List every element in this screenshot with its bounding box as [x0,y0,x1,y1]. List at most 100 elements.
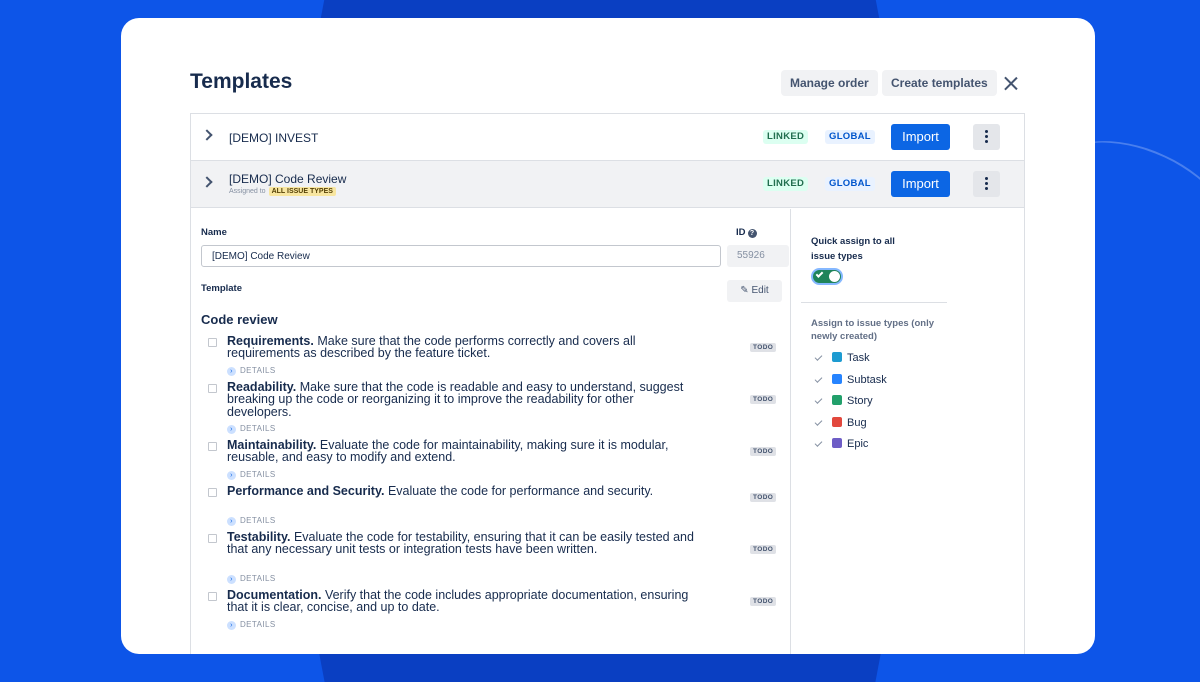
todo-badge[interactable]: TODO [750,493,777,502]
issue-type-story[interactable]: Story [814,395,873,407]
todo-badge[interactable]: TODO [750,343,777,352]
item-text: Readability. Make sure that the code is … [227,381,697,418]
checkbox[interactable] [208,488,217,497]
item-description: Evaluate the code for performance and se… [387,484,654,498]
chevron-right-icon: › [227,367,236,376]
template-label: Template [201,283,243,294]
linked-badge: LINKED [763,177,809,191]
details-link[interactable]: › DETAILS [227,470,276,480]
pencil-icon: ✎ [740,285,752,296]
item-text: Performance and Security. Evaluate the c… [227,484,697,498]
chevron-right-icon: › [227,621,236,630]
details-label: DETAILS [240,620,276,629]
checkbox[interactable] [208,338,217,347]
template-name: [DEMO] Code Review [229,172,347,186]
details-label: DETAILS [240,470,276,479]
issue-type-epic[interactable]: Epic [814,438,869,450]
issue-type-label: Story [847,395,873,407]
item-text: Requirements. Make sure that the code pe… [227,335,697,360]
details-link[interactable]: › DETAILS [227,574,276,584]
item-text: Maintainability. Evaluate the code for m… [227,439,697,464]
create-templates-button[interactable]: Create templates [882,70,997,96]
templates-list: [DEMO] INVEST LINKED GLOBAL Import [DEMO… [190,113,1025,654]
details-link[interactable]: › DETAILS [227,620,276,630]
issue-type-label: Subtask [847,374,887,386]
close-icon[interactable] [1001,74,1021,94]
modal-title: Templates [190,70,293,93]
todo-badge[interactable]: TODO [750,545,777,554]
chevron-right-icon: › [227,471,236,480]
check-icon [814,375,823,383]
check-icon [814,418,823,426]
details-label: DETAILS [240,366,276,375]
toggle-knob [829,271,840,282]
issue-type-task[interactable]: Task [814,352,870,364]
edit-button[interactable]: ✎ Edit [727,280,782,302]
item-text: Testability. Evaluate the code for testa… [227,531,697,556]
check-icon [814,353,823,361]
epic-icon [832,438,842,448]
item-description: Make sure that the code is readable and … [227,380,684,419]
edit-label: Edit [751,285,769,296]
details-label: DETAILS [240,516,276,525]
details-link[interactable]: › DETAILS [227,366,276,376]
import-button[interactable]: Import [891,124,950,150]
details-label: DETAILS [240,574,276,583]
help-icon[interactable]: ? [747,229,757,238]
todo-badge[interactable]: TODO [750,597,777,606]
item-description: Evaluate the code for testability, ensur… [227,530,694,557]
id-label-text: ID [736,227,746,238]
name-field[interactable]: [DEMO] Code Review [201,245,721,267]
chevron-right-icon: › [227,517,236,526]
details-link[interactable]: › DETAILS [227,424,276,434]
assign-types-label: Assign to issue types (only newly create… [811,318,934,342]
item-title: Performance and Security. [227,484,385,498]
chevron-right-icon: › [227,425,236,434]
more-options-icon[interactable] [973,124,1000,150]
global-badge: GLOBAL [825,130,875,144]
global-badge: GLOBAL [825,177,875,191]
id-label: ID? [736,227,757,238]
checkbox[interactable] [208,384,217,393]
assigned-tag: ALL ISSUE TYPES [268,187,336,196]
chevron-right-icon[interactable] [201,129,213,141]
more-options-icon[interactable] [973,171,1000,197]
template-detail: Name ID? [DEMO] Code Review 55926 Templa… [191,209,1026,654]
assigned-prefix: Assigned to [229,188,266,195]
task-icon [832,352,842,362]
template-row[interactable]: [DEMO] INVEST LINKED GLOBAL Import [191,114,1024,161]
divider [801,302,947,303]
import-button[interactable]: Import [891,171,950,197]
section-title: Code review [201,312,278,327]
story-icon [832,395,842,405]
templates-modal: Templates Manage order Create templates … [121,18,1095,654]
template-row[interactable]: [DEMO] Code Review Assigned to ALL ISSUE … [191,161,1024,208]
assigned-to: Assigned to ALL ISSUE TYPES [229,187,336,196]
checkbox[interactable] [208,442,217,451]
details-label: DETAILS [240,424,276,433]
quick-assign-toggle[interactable] [811,268,843,285]
id-field: 55926 [727,245,789,267]
check-icon [815,270,824,278]
check-icon [814,396,823,404]
issue-type-label: Epic [847,438,869,450]
issue-type-subtask[interactable]: Subtask [814,374,887,386]
name-label: Name [201,227,227,238]
todo-badge[interactable]: TODO [750,447,777,456]
chevron-right-icon[interactable] [201,176,213,188]
template-name: [DEMO] INVEST [229,131,319,145]
todo-badge[interactable]: TODO [750,395,777,404]
details-link[interactable]: › DETAILS [227,516,276,526]
linked-badge: LINKED [763,130,809,144]
checkbox[interactable] [208,534,217,543]
issue-type-bug[interactable]: Bug [814,417,867,429]
template-editor: Name ID? [DEMO] Code Review 55926 Templa… [191,209,791,654]
issue-type-label: Bug [847,417,867,429]
check-icon [814,439,823,447]
checkbox[interactable] [208,592,217,601]
manage-order-button[interactable]: Manage order [781,70,878,96]
chevron-right-icon: › [227,575,236,584]
issue-type-label: Task [847,352,870,364]
bug-icon [832,417,842,427]
quick-assign-label: Quick assign to all issue types [811,236,895,262]
